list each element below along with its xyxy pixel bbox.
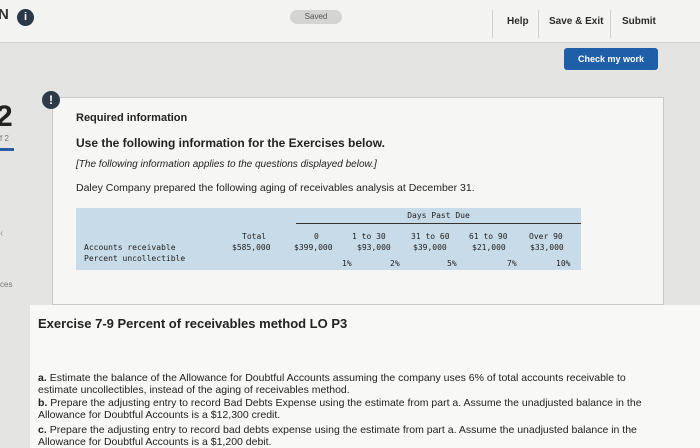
submit-button[interactable]: Submit (622, 16, 656, 27)
part-letter: a. (38, 372, 47, 384)
required-info-intro: Daley Company prepared the following agi… (76, 182, 475, 194)
column-header: Over 90 (529, 232, 563, 241)
alert-icon: ! (42, 91, 60, 109)
column-header: 0 (314, 232, 319, 241)
required-info-subtitle: Use the following information for the Ex… (76, 136, 385, 150)
help-button[interactable]: Help (507, 16, 529, 27)
table-cell: $21,000 (472, 243, 506, 252)
column-header: 31 to 60 (411, 232, 450, 241)
required-info-card (52, 97, 664, 305)
table-cell: 10% (556, 259, 571, 268)
table-cell: $585,000 (232, 243, 271, 252)
exercise-title: Exercise 7-9 Percent of receivables meth… (38, 316, 348, 331)
save-exit-button[interactable]: Save & Exit (549, 16, 603, 27)
part-body: Prepare the adjusting entry to record ba… (38, 424, 637, 448)
rail-item-label[interactable]: f 2 (0, 134, 9, 143)
top-toolbar: N i Saved Help Save & Exit Submit (0, 0, 700, 43)
info-icon[interactable]: i (17, 9, 34, 26)
table-cell: 5% (447, 259, 457, 268)
aging-table: Days Past Due Total 0 1 to 30 31 to 60 6… (76, 208, 581, 270)
part-b-text: b. Prepare the adjusting entry to record… (38, 397, 648, 421)
table-cell: 7% (507, 259, 517, 268)
header-rule (296, 223, 581, 224)
check-my-work-button[interactable]: Check my work (564, 48, 658, 70)
row-label: Percent uncollectible (84, 254, 186, 263)
saved-status-badge: Saved (290, 10, 342, 24)
toolbar-divider (492, 10, 493, 38)
part-letter: b. (38, 397, 48, 409)
part-letter: c. (38, 424, 47, 436)
column-header: 61 to 90 (469, 232, 508, 241)
table-cell: 2% (390, 259, 400, 268)
days-past-due-header: Days Past Due (407, 211, 470, 220)
required-info-title: Required information (76, 112, 188, 124)
table-cell: $399,000 (294, 243, 333, 252)
rail-item-label[interactable]: ces (0, 280, 12, 289)
toolbar-divider (538, 10, 539, 38)
table-cell: $93,000 (357, 243, 391, 252)
part-body: Estimate the balance of the Allowance fo… (38, 372, 626, 396)
question-nav-rail: 2 f 2 ‹ ces (0, 42, 28, 448)
part-a-text: a. Estimate the balance of the Allowance… (38, 372, 648, 396)
row-label: Accounts receivable (84, 243, 176, 252)
table-cell: $39,000 (413, 243, 447, 252)
question-number: 2 (0, 100, 13, 133)
column-header: Total (242, 232, 267, 241)
rail-active-indicator (0, 148, 14, 151)
corner-label: N (0, 6, 9, 23)
part-c-text: c. Prepare the adjusting entry to record… (38, 424, 648, 448)
table-cell: 1% (342, 259, 352, 268)
column-header: 1 to 30 (352, 232, 386, 241)
required-info-note: [The following information applies to th… (76, 159, 377, 170)
toolbar-divider (610, 10, 611, 38)
table-cell: $33,000 (530, 243, 564, 252)
part-body: Prepare the adjusting entry to record Ba… (38, 397, 642, 421)
chevron-left-icon[interactable]: ‹ (0, 228, 3, 239)
